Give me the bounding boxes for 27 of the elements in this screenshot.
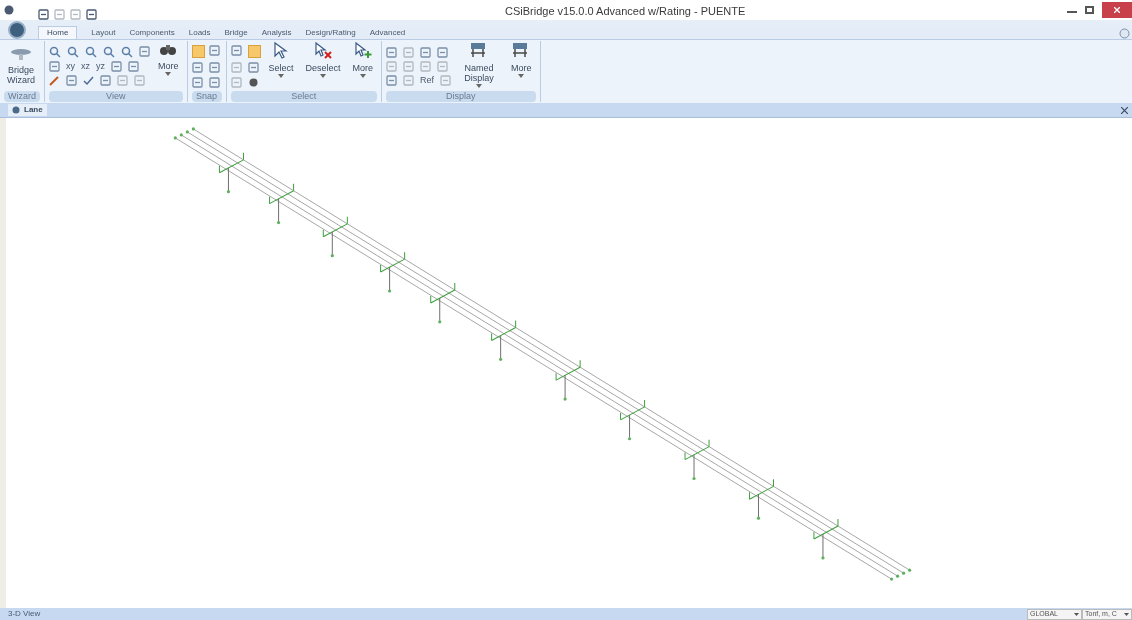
- window-title: CSiBridge v15.0.0 Advanced w/Rating - PUENTE: [505, 4, 746, 19]
- ribbon-large-button[interactable]: More: [154, 41, 183, 91]
- ribbon-group-label: Display: [386, 91, 536, 102]
- ribbon-tab[interactable]: Design/Rating: [305, 27, 356, 39]
- ribbon-large-button[interactable]: More: [348, 41, 378, 91]
- ribbon-group-label: View: [49, 91, 183, 102]
- ribbon-tab[interactable]: Layout: [91, 27, 116, 39]
- ribbon-large-button[interactable]: Select: [264, 41, 298, 91]
- ribbon-group-label: Wizard: [4, 91, 40, 102]
- bridge-wizard-button[interactable]: Bridge Wizard: [4, 47, 38, 85]
- ribbon-tab[interactable]: Bridge: [224, 27, 248, 39]
- view-plane-button[interactable]: yz: [96, 61, 105, 72]
- view-plane-button[interactable]: xy: [66, 61, 75, 72]
- ribbon-tab[interactable]: Loads: [188, 27, 211, 39]
- ribbon-group-label: Snap: [191, 91, 222, 102]
- document-tab[interactable]: Lane: [8, 104, 47, 116]
- ribbon-large-button[interactable]: Named Display: [455, 41, 504, 91]
- ribbon-large-button[interactable]: More: [507, 41, 536, 91]
- ribbon-tab[interactable]: Home: [38, 26, 78, 39]
- ribbon-tab[interactable]: Analysis: [261, 27, 292, 39]
- ribbon-tab[interactable]: Components: [129, 27, 175, 39]
- status-text: 3-D View: [8, 609, 41, 619]
- ribbon-large-button[interactable]: Deselect: [301, 41, 345, 91]
- ribbon-group-label: Select: [230, 91, 378, 102]
- display-option-button[interactable]: Ref: [420, 74, 435, 86]
- ribbon-tab[interactable]: Advanced: [369, 27, 406, 39]
- view-plane-button[interactable]: xz: [81, 61, 90, 72]
